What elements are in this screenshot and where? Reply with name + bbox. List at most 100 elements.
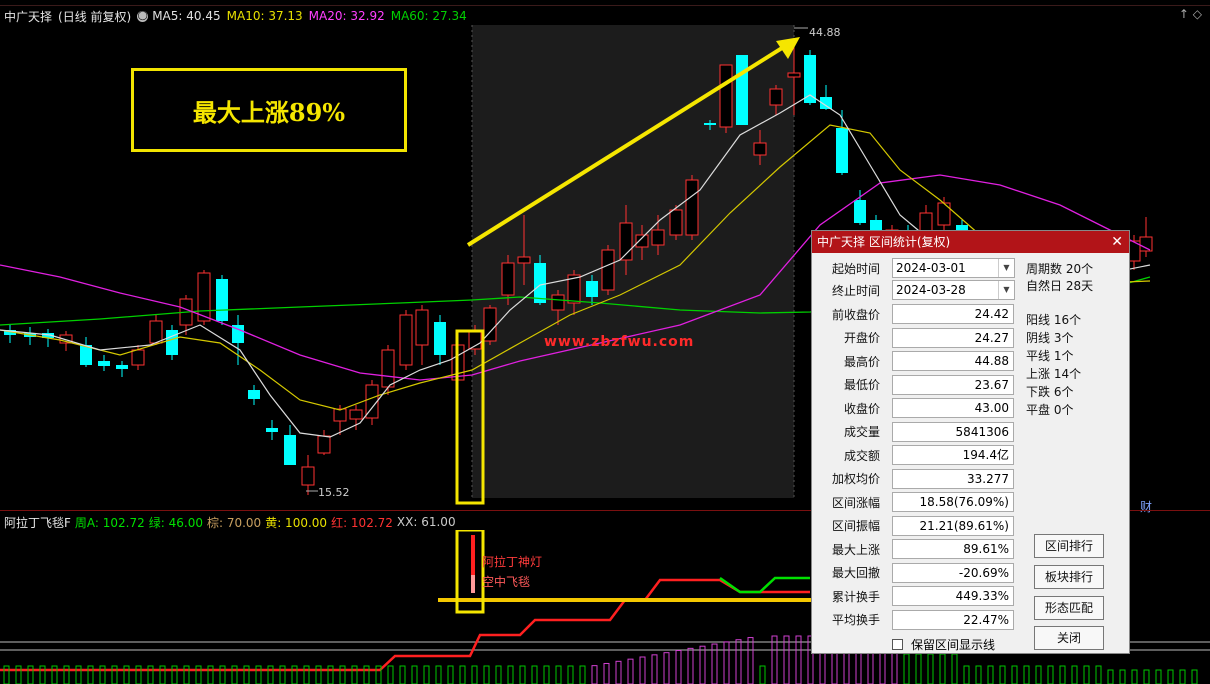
candle-body — [301, 466, 315, 486]
stat-label: 成交额 — [843, 448, 880, 463]
indicator-bar — [75, 665, 82, 684]
ma60-label: MA60: 27.34 — [390, 9, 467, 23]
stat-row: 平均换手 22.47% — [812, 609, 1014, 630]
indicator-bar — [447, 665, 454, 684]
checkbox-box[interactable] — [892, 639, 903, 650]
candle-body — [415, 309, 429, 346]
stat-label: 最大上涨 — [831, 542, 880, 557]
indicator-bar — [183, 665, 190, 684]
candle-body — [381, 349, 395, 388]
keep-range-lines-checkbox[interactable]: 保留区间显示线 — [892, 636, 995, 653]
indicator-bar — [903, 653, 910, 684]
stat-label: 最高价 — [843, 354, 880, 369]
ind-hong: 红: 102.72 — [331, 515, 393, 530]
indicator-bar — [1167, 669, 1174, 684]
stat-row: 收盘价 43.00 — [812, 398, 1014, 418]
candle-body — [854, 200, 866, 223]
candle-body — [517, 256, 531, 264]
up-count: 上涨 14个 — [1026, 367, 1082, 381]
stat-value: 18.58(76.09%) — [892, 492, 1014, 512]
period-label[interactable]: (日线 前复权) — [58, 8, 131, 25]
stock-title[interactable]: 中广天择 — [4, 8, 52, 25]
down-count: 下跌 6个 — [1026, 385, 1074, 399]
candle-body — [1139, 236, 1153, 252]
candle-body — [266, 428, 278, 432]
stat-value: 22.47% — [892, 609, 1014, 630]
stat-row: 最高价 44.88 — [812, 351, 1014, 371]
candle-body — [719, 64, 733, 128]
indicator-bar — [771, 635, 778, 684]
stat-value: 33.277 — [892, 468, 1014, 489]
indicator-bar — [1179, 669, 1186, 684]
indicator-bar — [1059, 665, 1066, 684]
stat-row: 前收盘价 24.42 — [812, 304, 1014, 324]
dialog-title: 中广天择 区间统计(复权) — [817, 235, 951, 249]
end-time-value: 2024-03-28 — [896, 283, 966, 297]
signal-bar-pink — [471, 575, 475, 593]
chart-header: 中广天择 (日线 前复权) ◯ MA5: 40.45 MA10: 37.13 M… — [0, 7, 473, 25]
yang-count: 阳线 16个 — [1026, 313, 1082, 327]
watermark: www.zbzfwu.com — [544, 334, 695, 350]
pattern-match-button[interactable]: 形态匹配 — [1034, 596, 1104, 620]
indicator-bar — [1143, 669, 1150, 684]
close-icon[interactable]: ✕ — [1111, 231, 1123, 253]
candle-body — [685, 179, 699, 236]
indicator-bar — [1083, 665, 1090, 684]
indicator-bar — [1131, 669, 1138, 684]
low-price-label: 15.52 — [318, 486, 350, 499]
indicator-bar — [591, 665, 598, 684]
stat-value: 43.00 — [892, 398, 1014, 418]
indicator-bar — [39, 665, 46, 684]
indicator-bar — [63, 665, 70, 684]
indicator-bar — [1107, 669, 1114, 684]
indicator-bar — [207, 665, 214, 684]
indicator-bar — [27, 665, 34, 684]
indicator-bar — [423, 665, 430, 684]
candle-body — [601, 249, 615, 291]
start-time-select[interactable]: 2024-03-01 ▼ — [892, 258, 1015, 278]
indicator-bar — [327, 665, 334, 684]
indicator-bar — [387, 665, 394, 684]
indicator-bar — [939, 653, 946, 684]
indicator-bar — [15, 665, 22, 684]
indicator-bar — [555, 665, 562, 684]
indicator-bar — [1095, 665, 1102, 684]
range-rank-button[interactable]: 区间排行 — [1034, 534, 1104, 558]
indicator-name[interactable]: 阿拉丁飞毯F — [4, 514, 71, 531]
stat-label: 累计换手 — [831, 589, 880, 604]
chevron-down-icon[interactable]: ▼ — [998, 281, 1014, 299]
indicator-bar — [195, 665, 202, 684]
dialog-titlebar[interactable]: 中广天择 区间统计(复权) ✕ — [812, 231, 1129, 253]
end-time-row: 终止时间 2024-03-28 ▼ — [812, 280, 1015, 300]
close-button[interactable]: 关闭 — [1034, 626, 1104, 650]
indicator-bar — [267, 665, 274, 684]
candle-body — [434, 322, 446, 355]
candle-body — [937, 202, 951, 226]
candle-body — [349, 409, 363, 420]
green-step-line — [719, 576, 810, 594]
indicator-bar — [1155, 669, 1162, 684]
indicator-bar — [1047, 665, 1054, 684]
sector-rank-button[interactable]: 板块排行 — [1034, 565, 1104, 589]
indicator-bar — [963, 665, 970, 684]
stat-label: 收盘价 — [843, 401, 880, 416]
corner-icons[interactable]: ↑ ◇ — [1179, 7, 1202, 21]
indicator-bar — [99, 665, 106, 684]
finance-tag[interactable]: 财 — [1140, 498, 1152, 515]
circle-o-icon[interactable]: ◯ — [137, 10, 149, 22]
indicator-bar — [783, 635, 790, 684]
indicator-bar — [975, 665, 982, 684]
indicator-bar — [303, 665, 310, 684]
max-rise-text: 最大上涨89% — [192, 97, 346, 127]
end-time-select[interactable]: 2024-03-28 ▼ — [892, 280, 1015, 300]
indicator-bar — [483, 665, 490, 684]
flat-line-count: 平线 1个 — [1026, 349, 1074, 363]
stat-row: 最大上涨 89.61% — [812, 539, 1014, 559]
stat-value: -20.69% — [892, 562, 1014, 583]
stat-label: 区间涨幅 — [831, 495, 880, 510]
candle-body — [635, 234, 649, 248]
chevron-down-icon[interactable]: ▼ — [998, 259, 1014, 277]
indicator-bar — [627, 658, 634, 684]
stat-label: 加权均价 — [831, 472, 880, 486]
indicator-bar — [111, 665, 118, 684]
